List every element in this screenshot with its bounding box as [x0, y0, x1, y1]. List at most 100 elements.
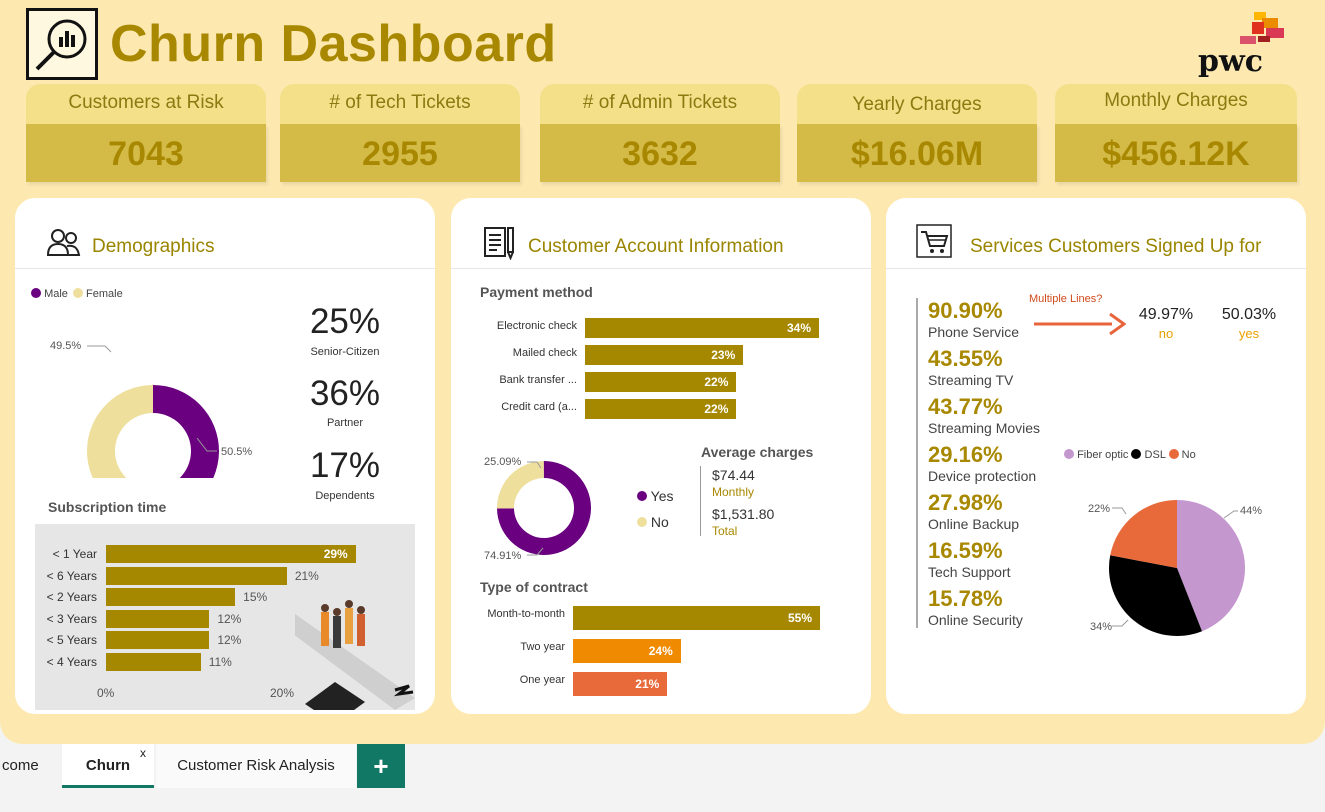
bar-value-label: 15%	[243, 590, 268, 605]
kpi-label: # of Admin Tickets	[540, 84, 780, 124]
dashboard-logo	[26, 8, 98, 80]
tab-close-icon[interactable]: x	[140, 746, 146, 760]
kpi-label: Yearly Charges	[797, 84, 1037, 124]
axis-tick-20: 20%	[270, 686, 295, 700]
kpi-value: 2955	[280, 124, 520, 182]
bar-category-label: < 2 Years	[46, 590, 97, 605]
bar	[106, 588, 236, 607]
label-fiber-pct: 44%	[1240, 505, 1262, 517]
service-value: 29.16%	[928, 442, 1003, 467]
ml-no-value: 49.97%	[1138, 306, 1194, 323]
bar-category-label: < 4 Years	[46, 655, 97, 669]
service-name: Streaming TV	[928, 372, 1014, 388]
list-item: 15.78% Online Security	[928, 586, 1040, 634]
legend-no: No	[1181, 449, 1196, 461]
bar-value-label: 12%	[217, 633, 242, 648]
services-list: 90.90% Phone Service 43.55% Streaming TV…	[928, 298, 1040, 634]
account-card: Customer Account Information Payment met…	[451, 198, 871, 714]
ml-no-label: no	[1158, 326, 1174, 341]
service-name: Device protection	[928, 468, 1037, 484]
service-value: 16.59%	[928, 538, 1003, 563]
brand-text: pwc	[1198, 44, 1264, 79]
page-tab-bar: come Churn x Customer Risk Analysis +	[0, 744, 1325, 790]
bar-category-label: Two year	[520, 641, 565, 653]
service-value: 15.78%	[928, 586, 1003, 611]
service-name: Streaming Movies	[928, 420, 1041, 436]
service-name: Online Security	[928, 612, 1023, 628]
bar-category-label: < 5 Years	[46, 633, 97, 648]
bar	[106, 609, 210, 628]
legend-dsl-swatch	[1131, 449, 1142, 459]
bar-category-label: < 6 Years	[46, 568, 97, 583]
legend-fiber: Fiber optic	[1077, 449, 1129, 461]
service-value: 43.77%	[928, 394, 1003, 419]
label-dsl-pct: 34%	[1090, 621, 1112, 633]
list-item: 43.77% Streaming Movies	[928, 394, 1040, 442]
list-item: 43.55% Streaming TV	[928, 346, 1040, 394]
bar-category-label: Month-to-month	[487, 608, 565, 620]
legend-dsl: DSL	[1144, 449, 1166, 461]
shopping-cart-icon	[916, 224, 952, 258]
kpi-value: 3632	[540, 124, 780, 182]
bar	[106, 566, 287, 585]
kpi-label: # of Tech Tickets	[280, 84, 520, 124]
legend-fiber-swatch	[1064, 449, 1074, 459]
list-item: 27.98% Online Backup	[928, 490, 1040, 538]
bar-category-label: < 3 Years	[46, 611, 97, 626]
add-page-button[interactable]: +	[357, 744, 405, 788]
services-list-rule	[916, 298, 918, 628]
kpi-customers-at-risk: Customers at Risk 7043	[26, 84, 266, 182]
bar-category-label: < 1 Year	[52, 547, 97, 561]
internet-pie-chart: 44% 34% 22%	[1088, 500, 1262, 636]
magnifier-chart-icon	[35, 19, 87, 71]
tab-churn-label: Churn	[85, 757, 131, 774]
kpi-label: Customers at Risk	[26, 84, 266, 124]
tab-welcome[interactable]: come	[0, 744, 60, 788]
page-title: Churn Dashboard	[110, 15, 557, 73]
kpi-label: Monthly Charges	[1055, 84, 1297, 124]
bar-value-label: 21%	[635, 677, 660, 691]
tab-customer-risk-analysis[interactable]: Customer Risk Analysis	[156, 744, 356, 788]
bar-value-label: 55%	[787, 611, 812, 625]
pwc-logo: pwc	[1196, 10, 1288, 82]
kpi-yearly-charges: Yearly Charges $16.06M	[797, 84, 1037, 182]
arrow-right-icon	[1034, 312, 1126, 336]
bar-value-label: 12%	[217, 611, 242, 626]
service-name: Online Backup	[928, 516, 1020, 532]
bar-value-label: 11%	[208, 655, 232, 669]
legend-no-swatch	[1168, 449, 1179, 459]
card-divider	[886, 268, 1306, 269]
ml-yes-value: 50.03%	[1221, 306, 1277, 323]
list-item: 16.59% Tech Support	[928, 538, 1040, 586]
bar-value-label: 21%	[294, 568, 319, 583]
service-value: 90.90%	[928, 298, 1003, 323]
bar	[106, 631, 210, 650]
label-no-pct-leader	[1112, 507, 1127, 515]
services-card: Services Customers Signed Up for 90.90% …	[886, 198, 1306, 714]
label-dsl-pct-leader	[1112, 619, 1129, 627]
bar	[106, 653, 201, 671]
subscription-bar-chart: < 1 Year 29% < 6 Years 21% < 2 Years 15% < 3 Y…	[15, 198, 435, 714]
list-item: 90.90% Phone Service	[928, 298, 1040, 346]
kpi-value: 7043	[26, 124, 266, 182]
service-value: 43.55%	[928, 346, 1003, 371]
label-no-pct: 22%	[1088, 503, 1110, 515]
bar-category-label: One year	[519, 674, 565, 686]
kpi-value: $16.06M	[797, 124, 1037, 182]
contract-bar-chart: Month-to-month 55% Two year 24% One year 21%	[451, 198, 871, 714]
kpi-admin-tickets: # of Admin Tickets 3632	[540, 84, 780, 182]
label-fiber-pct-leader	[1223, 510, 1238, 519]
axis-tick-0: 0%	[97, 686, 115, 700]
bar-value-label: 24%	[648, 644, 673, 658]
service-value: 27.98%	[928, 490, 1003, 515]
kpi-tech-tickets: # of Tech Tickets 2955	[280, 84, 520, 182]
bar-value-label: 29%	[323, 547, 348, 561]
demographics-card: Demographics Male Female 49.5% 50.5% 25% …	[15, 198, 435, 714]
service-name: Phone Service	[928, 324, 1020, 340]
internet-legend: Fiber optic DSL No	[1064, 449, 1196, 461]
kpi-monthly-charges: Monthly Charges $456.12K	[1055, 84, 1297, 182]
list-item: 29.16% Device protection	[928, 442, 1040, 490]
service-name: Tech Support	[928, 564, 1011, 580]
multiple-lines-label: Multiple Lines?	[1029, 293, 1103, 305]
services-title: Services Customers Signed Up for	[970, 236, 1262, 257]
